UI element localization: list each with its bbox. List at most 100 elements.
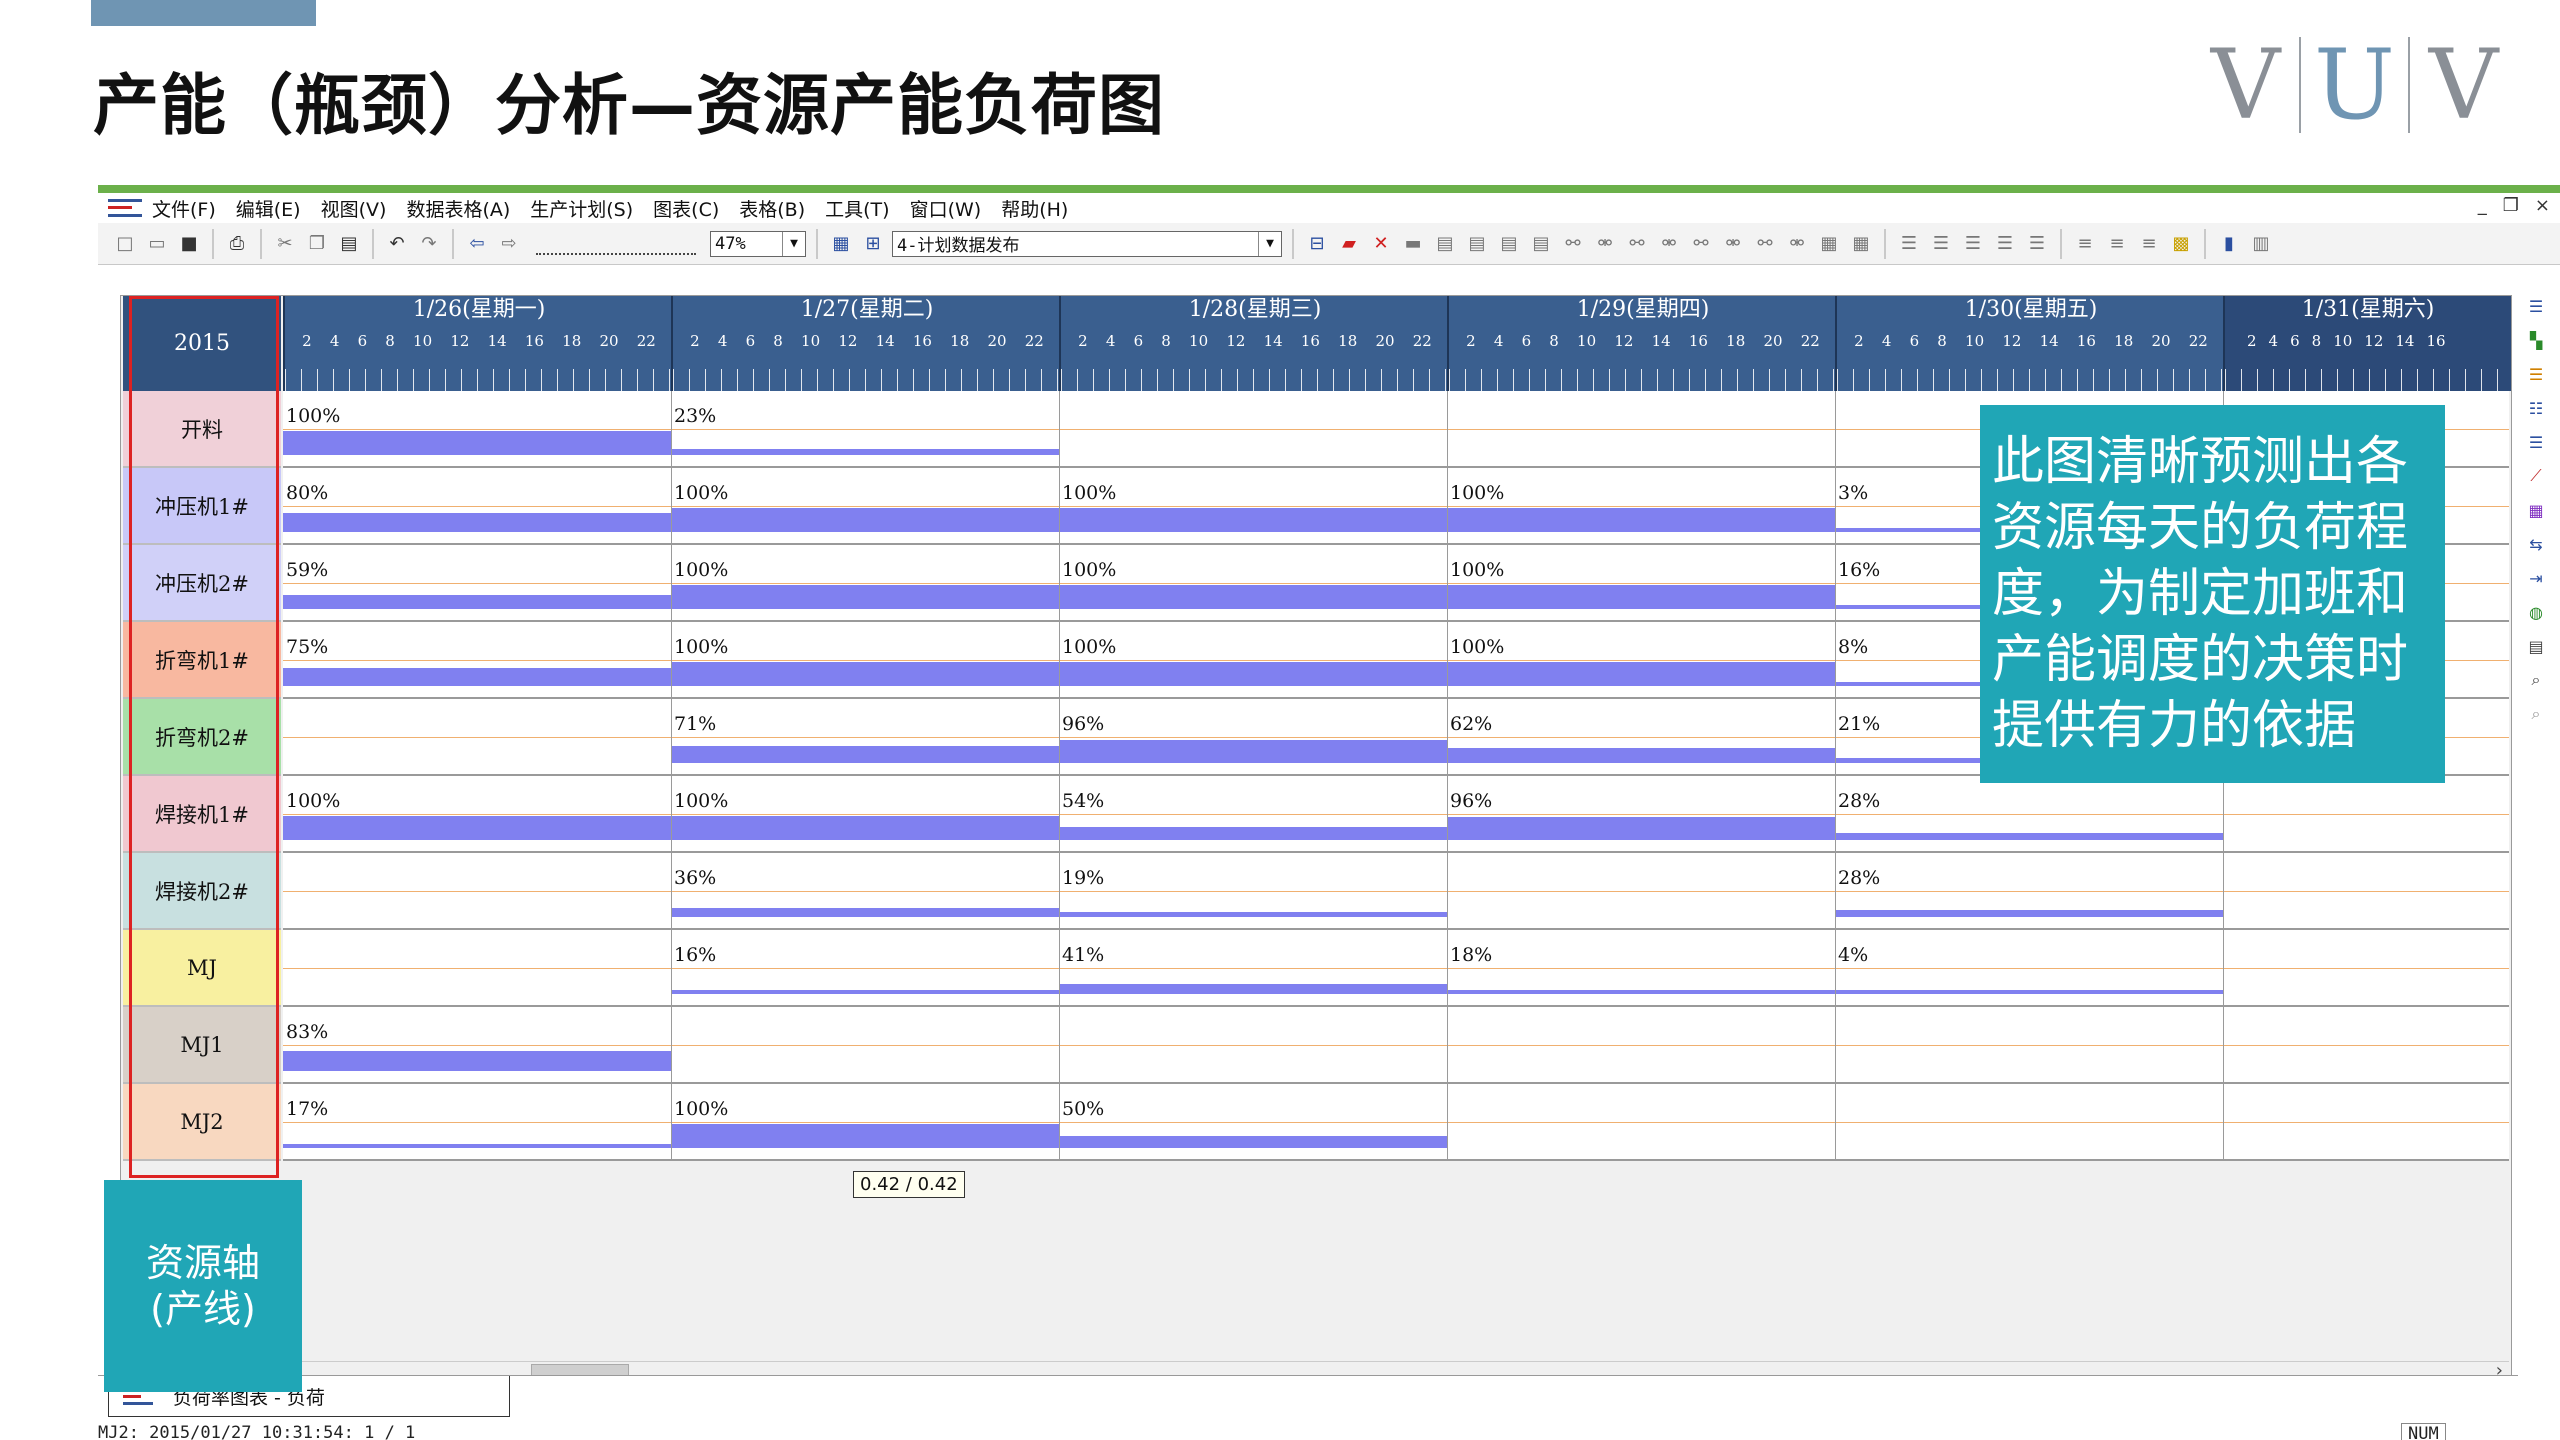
globe-icon[interactable]: ◍ — [2523, 601, 2549, 623]
gantt-icon[interactable]: ⊟ — [1304, 231, 1330, 257]
load-bar[interactable] — [1447, 748, 1835, 763]
table-2-icon[interactable]: ▦ — [1848, 231, 1874, 257]
highlight-icon[interactable]: ▩ — [2168, 231, 2194, 257]
cut-icon[interactable]: ✂ — [272, 231, 298, 257]
matrix-icon[interactable]: ▦ — [2523, 499, 2549, 521]
bar-list-4-icon[interactable]: ▤ — [1496, 231, 1522, 257]
trend-icon[interactable]: ⟋ — [2523, 465, 2549, 487]
load-bar[interactable] — [1835, 833, 2223, 840]
link-3-icon[interactable]: ⚯ — [1688, 231, 1714, 257]
zoom-slider[interactable] — [536, 233, 696, 255]
delete-icon[interactable]: ✕ — [1368, 231, 1394, 257]
load-bar[interactable] — [671, 585, 1059, 609]
redo-icon[interactable]: ↷ — [416, 231, 442, 257]
link-icon[interactable]: ⚯ — [1560, 231, 1586, 257]
link-2-icon[interactable]: ⚯ — [1624, 231, 1650, 257]
load-bar[interactable] — [1835, 990, 2223, 994]
load-bar[interactable] — [283, 431, 671, 455]
load-bar[interactable] — [1835, 910, 2223, 917]
load-bar[interactable] — [1059, 827, 1447, 840]
restore-button[interactable]: ❐ — [2503, 195, 2519, 216]
color-flag-icon[interactable]: ▰ — [1336, 231, 1362, 257]
menu-chart[interactable]: 图表(C) — [643, 195, 729, 222]
unlink-4-icon[interactable]: ⚮ — [1784, 231, 1810, 257]
layout-3-icon[interactable]: ≡ — [2136, 231, 2162, 257]
load-bar[interactable] — [671, 908, 1059, 917]
load-bar[interactable] — [1447, 817, 1835, 840]
load-bar[interactable] — [283, 595, 671, 609]
legend-icon[interactable]: ☰ — [2523, 295, 2549, 317]
load-bar[interactable] — [283, 1051, 671, 1071]
unlink-2-icon[interactable]: ⚮ — [1656, 231, 1682, 257]
align-icon[interactable]: ☰ — [1896, 231, 1922, 257]
load-bar[interactable] — [671, 1124, 1059, 1148]
load-bar[interactable] — [671, 816, 1059, 840]
align-5-icon[interactable]: ☰ — [2024, 231, 2050, 257]
menu-production-plan[interactable]: 生产计划(S) — [520, 195, 643, 222]
back-arrow-icon[interactable]: ⇦ — [464, 231, 490, 257]
layout-2-icon[interactable]: ≡ — [2104, 231, 2130, 257]
load-bar[interactable] — [1447, 585, 1835, 609]
load-bar[interactable] — [671, 746, 1059, 763]
close-button[interactable]: × — [2535, 195, 2550, 216]
columns-icon[interactable]: ☷ — [2523, 397, 2549, 419]
bar-list-3-icon[interactable]: ▤ — [1464, 231, 1490, 257]
zoom-select[interactable]: 47% ▼ — [710, 230, 806, 257]
undo-icon[interactable]: ↶ — [384, 231, 410, 257]
unlink-3-icon[interactable]: ⚮ — [1720, 231, 1746, 257]
bar-chart-icon[interactable]: ▮ — [2216, 231, 2242, 257]
load-bar[interactable] — [283, 668, 671, 686]
link-4-icon[interactable]: ⚯ — [1752, 231, 1778, 257]
calendar-icon[interactable]: ▤ — [2523, 635, 2549, 657]
load-bar[interactable] — [671, 449, 1059, 455]
load-bar[interactable] — [1447, 990, 1835, 994]
layout-icon[interactable]: ≡ — [2072, 231, 2098, 257]
align-4-icon[interactable]: ☰ — [1992, 231, 2018, 257]
align-3-icon[interactable]: ☰ — [1960, 231, 1986, 257]
move-left-icon[interactable]: ⇆ — [2523, 533, 2549, 555]
bar-list-2-icon[interactable]: ▤ — [1432, 231, 1458, 257]
load-bar[interactable] — [1059, 984, 1447, 994]
forward-arrow-icon[interactable]: ⇨ — [496, 231, 522, 257]
open-folder-icon[interactable]: ▭ — [144, 231, 170, 257]
load-bar[interactable] — [283, 1144, 671, 1148]
load-bar[interactable] — [671, 508, 1059, 532]
menu-table[interactable]: 表格(B) — [729, 195, 815, 222]
sort-icon[interactable]: ☰ — [2523, 363, 2549, 385]
load-bar[interactable] — [1447, 662, 1835, 686]
menu-file[interactable]: 文件(F) — [142, 195, 226, 222]
load-bar[interactable] — [1059, 662, 1447, 686]
align-2-icon[interactable]: ☰ — [1928, 231, 1954, 257]
paste-icon[interactable]: ▤ — [336, 231, 362, 257]
minimize-button[interactable]: _ — [2478, 195, 2487, 216]
menu-view[interactable]: 视图(V) — [311, 195, 397, 222]
load-bar[interactable] — [1447, 508, 1835, 532]
menu-data-table[interactable]: 数据表格(A) — [396, 195, 520, 222]
load-bar[interactable] — [671, 662, 1059, 686]
load-bar[interactable] — [1059, 585, 1447, 609]
unlink-icon[interactable]: ⚮ — [1592, 231, 1618, 257]
load-bar[interactable] — [671, 990, 1059, 994]
list-icon[interactable]: ☰ — [2523, 431, 2549, 453]
load-bar[interactable] — [1059, 508, 1447, 532]
load-bar[interactable] — [283, 816, 671, 840]
bar-list-5-icon[interactable]: ▤ — [1528, 231, 1554, 257]
bar-list-icon[interactable]: ▬ — [1400, 231, 1426, 257]
new-file-icon[interactable]: □ — [112, 231, 138, 257]
plan-grid-icon[interactable]: ▦ — [828, 231, 854, 257]
zoom-in-icon[interactable]: ⌕ — [2523, 669, 2549, 691]
load-bar[interactable] — [1059, 1136, 1447, 1148]
plan-tree-icon[interactable]: ⊞ — [860, 231, 886, 257]
menu-window[interactable]: 窗口(W) — [900, 195, 992, 222]
menu-edit[interactable]: 编辑(E) — [226, 195, 311, 222]
more-icon[interactable]: ▥ — [2248, 231, 2274, 257]
zoom-out-icon[interactable]: ⌕ — [2523, 703, 2549, 725]
save-icon[interactable]: ■ — [176, 231, 202, 257]
menu-tools[interactable]: 工具(T) — [815, 195, 899, 222]
load-bar[interactable] — [283, 513, 671, 532]
table-icon[interactable]: ▦ — [1816, 231, 1842, 257]
menu-help[interactable]: 帮助(H) — [991, 195, 1078, 222]
plan-select[interactable]: 4-计划数据发布 ▼ — [892, 230, 1282, 257]
print-icon[interactable]: ⎙ — [224, 231, 250, 257]
load-bar[interactable] — [1059, 912, 1447, 917]
